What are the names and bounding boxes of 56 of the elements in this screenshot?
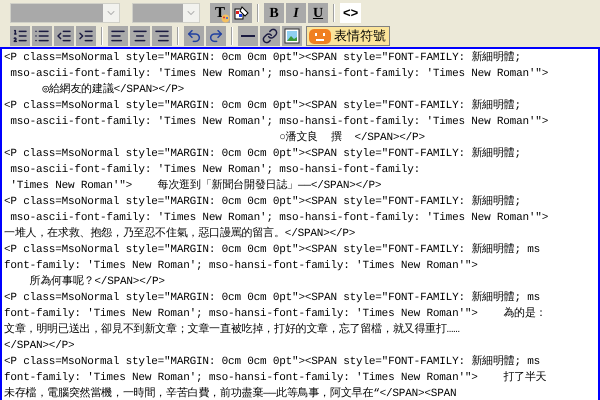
redo-button[interactable] xyxy=(206,26,226,46)
align-center-button[interactable] xyxy=(130,26,150,46)
horizontal-line-icon xyxy=(241,35,255,37)
source-code-line: 所為何事呢？</SPAN></P> xyxy=(28,274,165,290)
source-code-line: mso-ascii-font-family: 'Times New Roman'; mso-hansi-font-family: 'Times New Roman'"> xyxy=(9,211,548,226)
link-icon xyxy=(262,28,278,44)
source-code-line: <P class=MsoNormal style="MARGIN: 0cm 0cm 0pt"><SPAN style="FONT-FAMILY: 新細明體; ms xyxy=(4,242,540,258)
source-code-line: mso-ascii-font-family: 'Times New Roman'; mso-hansi-font-family: 'Times New Roman'"> xyxy=(9,115,548,130)
bullet-list-button[interactable] xyxy=(32,26,52,46)
source-code-line: 未存檔，電腦突然當機，一時間，辛苦白費，前功盡棄——此等鳥事，阿文早在“</SPAN><SPAN xyxy=(4,386,456,400)
image-button[interactable] xyxy=(282,26,302,46)
indent-icon xyxy=(78,28,94,44)
source-code-line: font-family: 'Times New Roman'; mso-hansi-font-family: 'Times New Roman'"> 為的是： xyxy=(4,306,546,322)
source-code-line: 文章，明明已送出，卻見不到新文章；文章一直被吃掉，打好的文章，忘了留檔，就又得重打…… xyxy=(4,322,460,338)
source-code-line: font-family: 'Times New Roman'; mso-hansi-font-family: 'Times New Roman'"> 打了半天 xyxy=(4,370,546,386)
align-left-button[interactable] xyxy=(108,26,128,46)
picture-icon xyxy=(284,28,300,44)
undo-button[interactable] xyxy=(184,26,204,46)
outdent-icon xyxy=(56,28,72,44)
bold-button[interactable]: B xyxy=(264,3,284,23)
source-code-line: <P class=MsoNormal style="MARGIN: 0cm 0cm 0pt"><SPAN style="FONT-FAMILY: 新細明體; xyxy=(4,194,521,210)
redo-icon xyxy=(208,28,224,44)
text-color-button[interactable]: T xyxy=(210,3,230,23)
fill-color-button[interactable] xyxy=(232,3,252,23)
source-code-line: ◎給網友的建議</SPAN></P> xyxy=(41,82,184,98)
align-center-icon xyxy=(132,28,148,44)
align-right-icon xyxy=(154,28,170,44)
smiley-icon xyxy=(309,28,331,44)
source-code-line: <P class=MsoNormal style="MARGIN: 0cm 0cm 0pt"><SPAN style="FONT-FAMILY: 新細明體; xyxy=(4,146,521,162)
source-view-button[interactable]: <> xyxy=(340,3,362,23)
source-code-line: <P class=MsoNormal style="MARGIN: 0cm 0cm 0pt"><SPAN style="FONT-FAMILY: 新細明體; xyxy=(4,98,521,114)
source-code-line: </SPAN></P> xyxy=(4,339,74,354)
italic-button[interactable]: I xyxy=(286,3,306,23)
undo-icon xyxy=(186,28,202,44)
emoticon-button[interactable]: 表情符號 xyxy=(306,26,390,46)
source-code-line: <P class=MsoNormal style="MARGIN: 0cm 0cm 0pt"><SPAN style="FONT-FAMILY: 新細明體; xyxy=(4,50,521,66)
align-left-icon xyxy=(110,28,126,44)
underline-button[interactable]: U xyxy=(308,3,328,23)
source-code-line: 'Times New Roman'"> 每次逛到「新聞台開發日誌」——</SPAN></P> xyxy=(9,178,382,194)
source-code-line: font-family: 'Times New Roman'; mso-hansi-font-family: 'Times New Roman'"> xyxy=(4,259,478,274)
numbered-list-icon xyxy=(12,28,28,44)
align-right-button[interactable] xyxy=(152,26,172,46)
source-code-line: <P class=MsoNormal style="MARGIN: 0cm 0cm 0pt"><SPAN style="FONT-FAMILY: 新細明體; ms xyxy=(4,354,540,370)
source-code-line: mso-ascii-font-family: 'Times New Roman'; mso-hansi-font-family: 'Times New Roman'"> xyxy=(9,67,548,82)
horizontal-line-button[interactable] xyxy=(238,26,258,46)
bullet-list-icon xyxy=(34,28,50,44)
source-code-line: mso-ascii-font-family: 'Times New Roman'; mso-hansi-font-family: xyxy=(9,163,420,178)
link-button[interactable] xyxy=(260,26,280,46)
outdent-button[interactable] xyxy=(54,26,74,46)
indent-button[interactable] xyxy=(76,26,96,46)
source-editor[interactable] xyxy=(0,47,600,400)
source-code-line: ○潘文良 撰 </SPAN></P> xyxy=(278,130,425,146)
source-code-line: 一堆人，在求救、抱怨，乃至忍不住氣，惡口謾罵的留言。</SPAN></P> xyxy=(4,226,356,242)
paint-bucket-icon xyxy=(234,5,250,21)
numbered-list-button[interactable] xyxy=(10,26,30,46)
source-code-line: <P class=MsoNormal style="MARGIN: 0cm 0cm 0pt"><SPAN style="FONT-FAMILY: 新細明體; ms xyxy=(4,290,540,306)
